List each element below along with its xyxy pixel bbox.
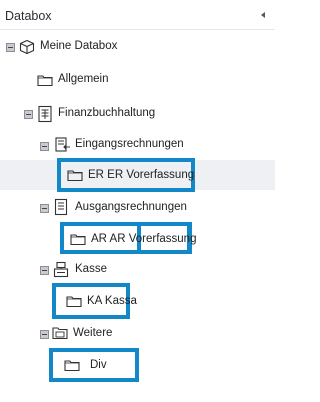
tree-label-allgemein: Allgemein xyxy=(58,73,109,85)
tree-label-er-vorerfassung: ER ER Vorerfassung xyxy=(88,169,195,181)
outgoing-invoice-icon xyxy=(54,198,68,216)
tree-node-kasse[interactable]: Kasse xyxy=(0,258,275,284)
tree-label-root: Meine Databox xyxy=(40,40,118,52)
tree-label-eingangsrechnungen: Eingangsrechnungen xyxy=(75,138,184,150)
tree-node-ausgangsrechnungen[interactable]: Ausgangsrechnungen xyxy=(0,196,275,222)
folder-image-icon xyxy=(52,327,68,340)
collapse-panel-icon[interactable] xyxy=(258,10,268,20)
tree-label-div: Div xyxy=(90,359,107,371)
box-icon xyxy=(19,39,35,55)
collapse-toggle-icon[interactable] xyxy=(24,110,33,119)
ledger-icon xyxy=(38,105,52,123)
folder-icon xyxy=(37,75,53,87)
incoming-invoice-icon xyxy=(55,137,70,152)
tree-node-root[interactable]: Meine Databox xyxy=(0,34,275,60)
folder-icon xyxy=(66,296,82,308)
tree-label-ausgangsrechnungen: Ausgangsrechnungen xyxy=(75,201,187,213)
cash-register-icon xyxy=(53,261,69,278)
panel-title: Databox xyxy=(5,9,52,23)
collapse-toggle-icon[interactable] xyxy=(40,204,49,213)
tree-node-eingangsrechnungen[interactable]: Eingangsrechnungen xyxy=(0,133,275,159)
panel-header: Databox xyxy=(0,0,275,30)
collapse-toggle-icon[interactable] xyxy=(40,142,49,151)
collapse-toggle-icon[interactable] xyxy=(6,43,15,52)
tree-node-finanzbuchhaltung[interactable]: Finanzbuchhaltung xyxy=(0,101,275,127)
tree-label-kasse: Kasse xyxy=(75,263,107,275)
folder-icon xyxy=(64,360,80,372)
tree-node-weitere[interactable]: Weitere xyxy=(0,322,275,348)
tree-node-kassa[interactable] xyxy=(0,285,275,317)
collapse-toggle-icon[interactable] xyxy=(40,266,49,275)
tree-label-weitere: Weitere xyxy=(73,327,113,339)
tree-label-finanzbuchhaltung: Finanzbuchhaltung xyxy=(58,107,156,119)
folder-icon xyxy=(70,234,86,246)
collapse-toggle-icon[interactable] xyxy=(40,330,49,339)
tree-node-allgemein[interactable]: Allgemein xyxy=(0,67,275,93)
folder-icon xyxy=(67,170,83,182)
tree-label-kassa: KA Kassa xyxy=(87,295,137,307)
tree-label-ar-vorerfassung: AR AR Vorerfassung xyxy=(91,233,197,245)
